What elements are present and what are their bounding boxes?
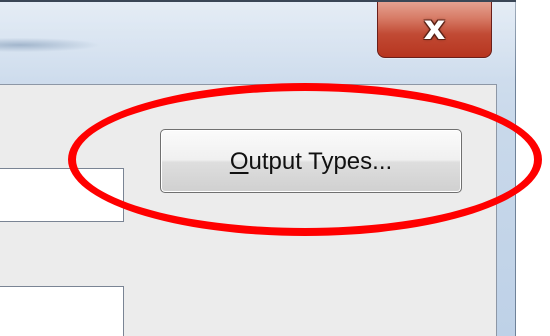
dialog-window: x Output Types...	[0, 0, 516, 336]
close-button[interactable]: x	[377, 0, 492, 58]
close-icon: x	[423, 8, 446, 48]
text-field-bottom[interactable]	[0, 286, 124, 336]
text-field-top[interactable]	[0, 168, 124, 222]
screenshot-stage: x Output Types...	[0, 0, 550, 336]
output-types-button[interactable]: Output Types...	[160, 129, 462, 193]
output-types-label: utput Types...	[248, 148, 393, 175]
output-types-mnemonic: O	[229, 148, 249, 175]
title-bar: x	[0, 0, 516, 80]
